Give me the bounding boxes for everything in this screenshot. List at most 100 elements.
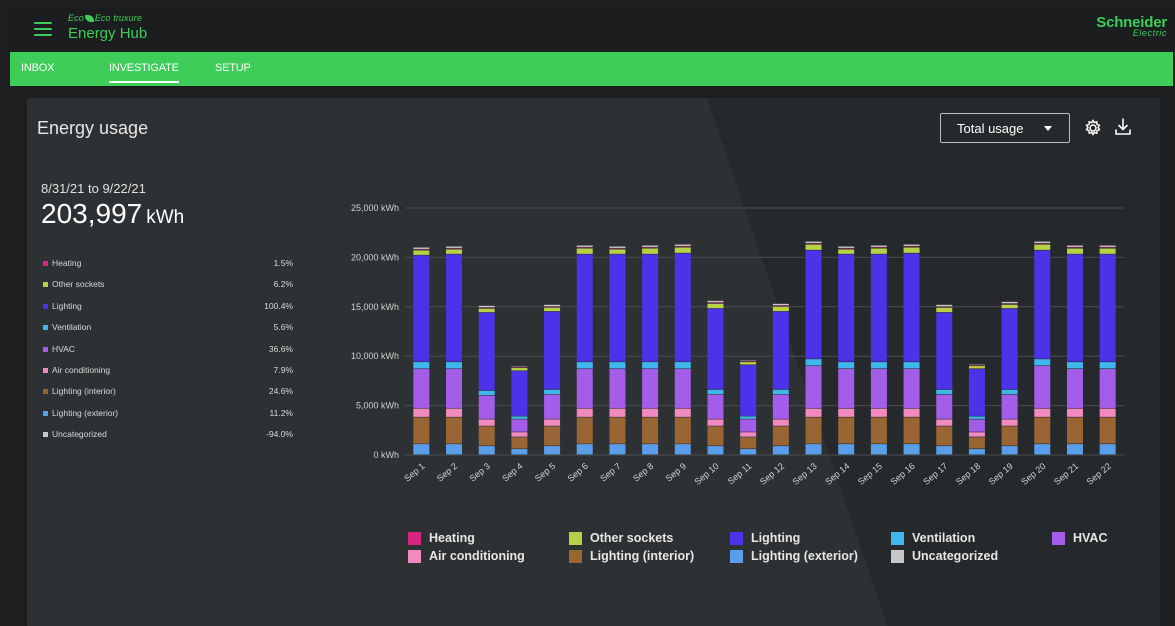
legend-label: Other sockets: [590, 531, 674, 545]
x-tick-label: Sep 9: [664, 461, 688, 484]
bar-segment: [1099, 408, 1116, 417]
bar-segment: [609, 254, 626, 362]
bar-segment: [478, 419, 495, 426]
bar-segment: [1034, 444, 1051, 455]
bar-segment: [609, 246, 626, 248]
bar-segment: [511, 419, 528, 432]
x-tick-label: Sep 16: [889, 461, 917, 487]
legend-swatch: [891, 532, 904, 545]
bar-segment: [1001, 304, 1018, 309]
bar-segment: [707, 394, 724, 419]
bar-segment: [870, 362, 887, 369]
bar-segment: [740, 365, 757, 416]
bar-segment: [805, 366, 822, 408]
bar-segment: [903, 362, 920, 369]
bar-segment: [1066, 254, 1083, 362]
bar-segment: [838, 254, 855, 362]
legend-swatch: [569, 550, 582, 563]
bar-segment: [1066, 417, 1083, 444]
hamburger-menu-icon[interactable]: [34, 22, 52, 37]
bar-segment: [903, 253, 920, 362]
x-tick-label: Sep 18: [954, 461, 982, 487]
x-tick-label: Sep 3: [468, 461, 492, 484]
bar-segment: [707, 308, 724, 390]
bar-segment: [674, 444, 691, 455]
y-tick-label: 25,000 kWh: [351, 203, 399, 213]
bar-segment: [903, 369, 920, 408]
tab-inbox[interactable]: INBOX: [21, 62, 54, 74]
bar-segment: [936, 446, 953, 455]
bar-segment: [740, 432, 757, 437]
brand-product-text: Eco truxure: [94, 13, 142, 23]
bar-segment: [674, 247, 691, 253]
app-title: Energy Hub: [68, 25, 148, 42]
bar-segment: [1066, 362, 1083, 369]
tab-investigate[interactable]: INVESTIGATE: [109, 62, 179, 83]
bar-segment: [1034, 359, 1051, 366]
bar-segment: [870, 248, 887, 254]
bar-segment: [968, 432, 985, 437]
bar-segment: [446, 417, 463, 444]
energy-usage-bar-chart: 0 kWh 5,000 kWh 10,000 kWh 15,000 kWh 20,000…: [351, 203, 1124, 487]
bar-segment: [870, 408, 887, 417]
bar-segment: [1034, 417, 1051, 444]
bar-segment: [838, 369, 855, 408]
bar-segment: [772, 419, 789, 426]
legend-label: Uncategorized: [912, 549, 999, 563]
bar-segment: [642, 248, 659, 254]
bar-segment: [544, 304, 561, 307]
bar-segment: [609, 408, 626, 417]
x-tick-label: Sep 17: [921, 461, 949, 487]
top-bar: Eco Eco truxure Energy Hub Schneider Elec…: [10, 8, 1173, 52]
y-tick-label: 5,000 kWh: [356, 401, 399, 411]
bar-segment: [544, 446, 561, 455]
bar-segment: [772, 446, 789, 455]
bar-segment: [1066, 408, 1083, 417]
x-tick-label: Sep 13: [791, 461, 819, 487]
bar-segment: [903, 244, 920, 246]
bar-segment: [576, 417, 593, 444]
bar-segment: [413, 255, 430, 362]
bar-segment: [1066, 248, 1083, 254]
bar-segment: [740, 419, 757, 432]
x-tick-label: Sep 6: [566, 461, 590, 484]
bar-segment: [576, 369, 593, 408]
bar-segment: [707, 300, 724, 303]
bar-segment: [1034, 366, 1051, 408]
brand-eco-text: Eco: [68, 13, 84, 23]
bar-segment: [805, 444, 822, 455]
bar-segment: [903, 408, 920, 417]
bar-segment: [740, 362, 757, 365]
bar-segment: [511, 437, 528, 449]
x-tick-label: Sep 10: [692, 461, 720, 487]
bar-segment: [772, 306, 789, 312]
bar-segment: [511, 368, 528, 371]
legend-label: Ventilation: [912, 531, 976, 545]
bar-segment: [968, 366, 985, 369]
legend-swatch: [730, 532, 743, 545]
bar-segment: [413, 369, 430, 408]
bar-segment: [674, 417, 691, 444]
bar-segment: [478, 305, 495, 308]
bar-segment: [609, 369, 626, 408]
bar-segment: [1001, 419, 1018, 426]
bar-segment: [740, 449, 757, 455]
legend-swatch: [408, 532, 421, 545]
bar-segment: [544, 307, 561, 312]
bar-segment: [870, 245, 887, 247]
bar-segment: [772, 389, 789, 395]
legend-swatch: [1052, 532, 1065, 545]
tab-setup[interactable]: SETUP: [215, 62, 251, 74]
bar-segment: [446, 254, 463, 362]
bar-segment: [1001, 394, 1018, 419]
bar-segment: [674, 362, 691, 369]
vendor-logo: Schneider Electric: [1096, 14, 1167, 38]
bar-segment: [870, 417, 887, 444]
bar-segment: [413, 408, 430, 417]
bar-segment: [544, 311, 561, 390]
bar-segment: [1099, 248, 1116, 254]
x-tick-label: Sep 15: [856, 461, 884, 487]
bar-segment: [707, 426, 724, 446]
bar-segment: [413, 417, 430, 444]
bar-segment: [576, 444, 593, 455]
